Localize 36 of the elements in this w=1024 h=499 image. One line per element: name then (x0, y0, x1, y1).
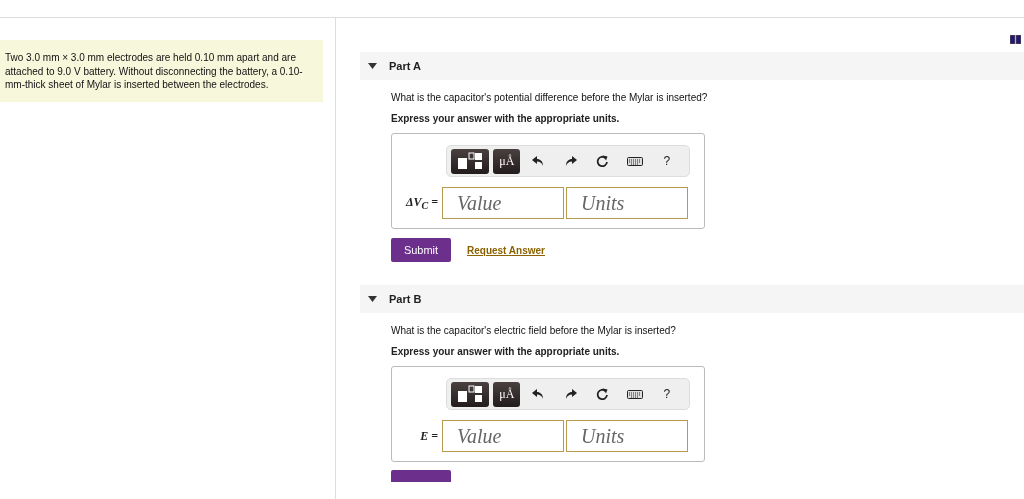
request-answer-link[interactable]: Request Answer (467, 244, 545, 256)
redo-icon (564, 155, 577, 167)
redo-icon (564, 388, 577, 400)
part-title: Part B (389, 293, 422, 305)
template-button[interactable] (451, 381, 490, 407)
template-button[interactable] (451, 148, 490, 174)
units-field[interactable]: Units (566, 420, 688, 452)
fraction-template-icon (457, 152, 484, 170)
problem-statement: Two 3.0 mm × 3.0 mm electrodes are held 0.10 mm apart and are attached to 9.0 V battery. Without disconnecting the battery, a 0.10-mm-thick sheet of Mylar is inserted between the electrodes. (0, 40, 323, 102)
part-header[interactable]: Part A (360, 52, 1024, 80)
caret-down-icon (368, 63, 377, 69)
instruction-text: Express your answer with the appropriate units. (391, 113, 620, 124)
fraction-template-icon (457, 385, 484, 403)
value-field[interactable]: Value (442, 187, 564, 219)
book-icon[interactable] (1010, 35, 1021, 44)
question-text: What is the capacitor's potential difference before the Mylar is inserted? (391, 92, 708, 103)
reset-icon (596, 154, 610, 168)
undo-icon (532, 155, 545, 167)
units-button[interactable]: μÅ (493, 381, 521, 407)
units-button[interactable]: μÅ (493, 148, 521, 174)
variable-label: ΔV$_{C}$ = (404, 194, 439, 212)
submit-button[interactable]: Submit (391, 238, 451, 262)
variable-label: E = (419, 428, 439, 444)
caret-down-icon (368, 296, 377, 302)
keyboard-icon (626, 389, 643, 399)
help-button[interactable]: ? (652, 382, 681, 406)
part-header[interactable]: Part B (360, 285, 1024, 313)
instruction-text: Express your answer with the appropriate units. (391, 346, 620, 357)
value-field[interactable]: Value (442, 420, 564, 452)
help-button[interactable]: ? (652, 149, 681, 173)
reset-icon (596, 387, 610, 401)
units-field[interactable]: Units (566, 187, 688, 219)
keyboard-icon (626, 156, 643, 166)
part-title: Part A (389, 60, 421, 72)
question-text: What is the capacitor's electric field before the Mylar is inserted? (391, 325, 676, 336)
undo-icon (532, 388, 545, 400)
